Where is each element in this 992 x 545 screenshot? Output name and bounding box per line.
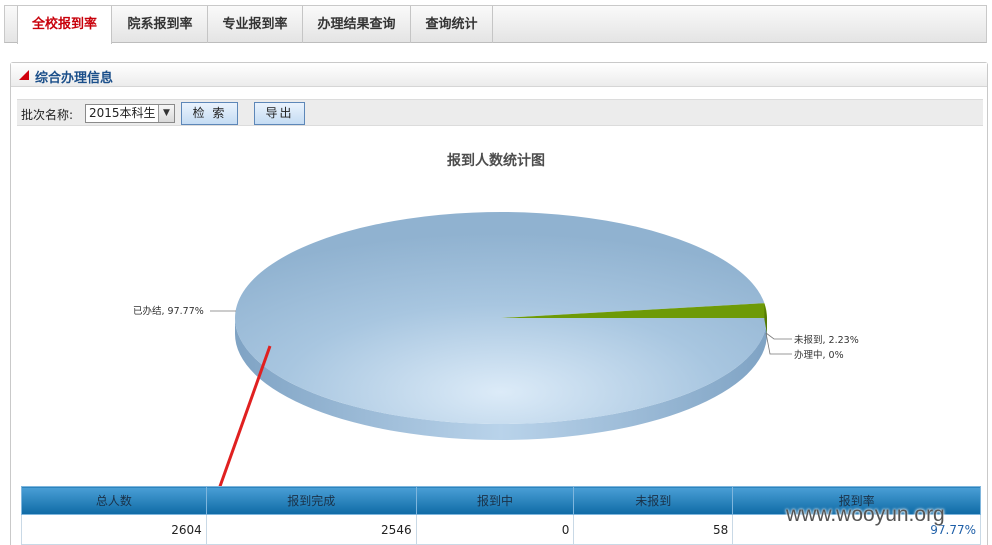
pie-chart: 已办结, 97.77% 未报到, 2.23% 办理中, 0%	[133, 211, 859, 440]
pie-leader-1	[765, 332, 792, 340]
page: 全校报到率 院系报到率 专业报到率 办理结果查询 查询统计 综合办理信息 批次名…	[0, 0, 992, 545]
pie-label-2: 办理中, 0%	[794, 349, 844, 361]
cell-total: 2604	[21, 514, 207, 545]
header-not-reported: 未报到	[573, 486, 734, 515]
cell-in-progress: 0	[415, 514, 575, 545]
header-total: 总人数	[21, 486, 207, 515]
watermark: www.wooyun.org	[786, 503, 945, 526]
header-in-progress: 报到中	[415, 486, 575, 515]
cell-completed: 2546	[205, 514, 417, 545]
pie-label-1: 未报到, 2.23%	[794, 334, 859, 346]
pie-label-0: 已办结, 97.77%	[133, 305, 204, 317]
cell-not-reported: 58	[573, 514, 734, 545]
header-completed: 报到完成	[205, 486, 417, 515]
